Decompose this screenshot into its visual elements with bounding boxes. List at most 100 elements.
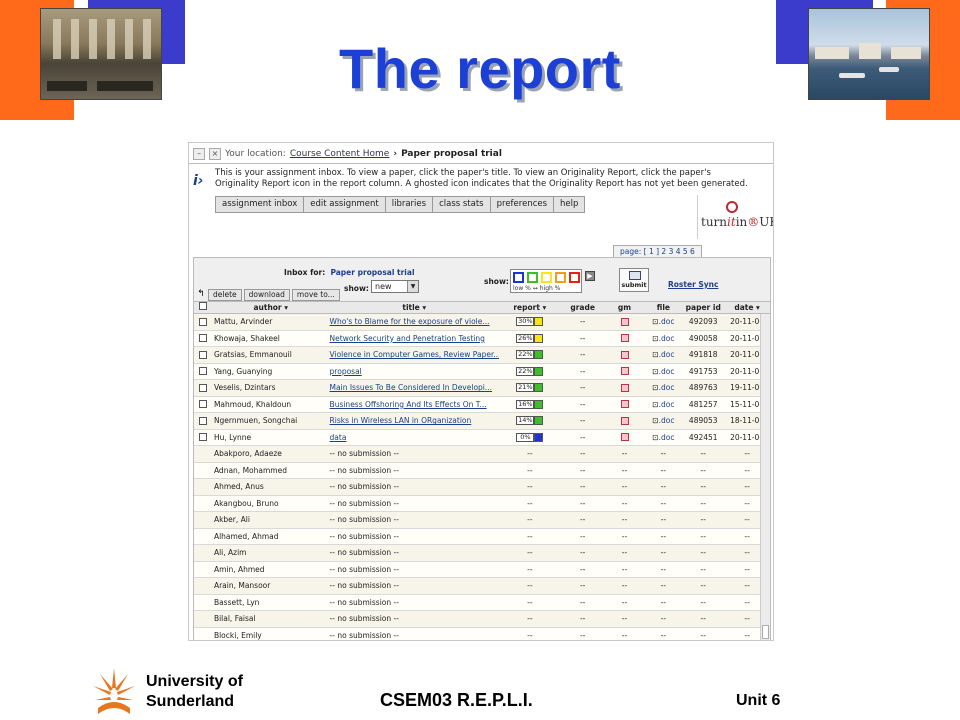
title-cell: Business Offshoring And Its Effects On T… bbox=[328, 400, 499, 409]
file-link[interactable]: .doc bbox=[659, 334, 675, 343]
row-checkbox[interactable] bbox=[194, 433, 212, 442]
gm-cell bbox=[605, 416, 645, 425]
paper-title-link[interactable]: Risks in Wireless LAN in ORganization bbox=[330, 416, 472, 425]
paper-title-link[interactable]: Business Offshoring And Its Effects On T… bbox=[330, 400, 487, 409]
grademark-icon[interactable] bbox=[620, 317, 629, 326]
originality-report-icon[interactable]: 16% bbox=[516, 399, 544, 409]
paper-title-link[interactable]: Network Security and Penetration Testing bbox=[330, 334, 485, 343]
originality-report-icon[interactable]: 22% bbox=[516, 350, 544, 360]
empty-value: -- bbox=[621, 515, 628, 525]
col-report[interactable]: report ▾ bbox=[499, 302, 561, 313]
report-cell: 30% bbox=[499, 317, 561, 327]
originality-report-icon[interactable]: 26% bbox=[516, 333, 544, 343]
table-row: Abakporo, Adaeze -- no submission -- -- -- -… bbox=[194, 446, 770, 463]
empty-value: -- bbox=[700, 597, 706, 607]
originality-report-icon[interactable]: 30% bbox=[516, 317, 544, 327]
row-checkbox[interactable] bbox=[194, 416, 212, 425]
roster-sync-link[interactable]: Roster Sync bbox=[668, 280, 718, 289]
file-link[interactable]: .doc bbox=[659, 367, 675, 376]
grademark-icon[interactable] bbox=[620, 334, 629, 343]
filter-green[interactable] bbox=[527, 272, 538, 283]
originality-report-icon[interactable]: 0% bbox=[516, 432, 544, 442]
tab-preferences[interactable]: preferences bbox=[490, 196, 555, 213]
tab-edit-assignment[interactable]: edit assignment bbox=[304, 196, 386, 213]
tab-class-stats[interactable]: class stats bbox=[433, 196, 491, 213]
filter-go-icon[interactable]: ▶ bbox=[585, 271, 595, 281]
filter-red[interactable] bbox=[569, 272, 580, 283]
row-checkbox[interactable] bbox=[194, 317, 212, 326]
report-cell: 21% bbox=[499, 383, 561, 393]
grademark-icon[interactable] bbox=[620, 416, 629, 425]
checkbox[interactable] bbox=[198, 383, 207, 392]
tab-libraries[interactable]: libraries bbox=[385, 196, 434, 213]
file-link[interactable]: .doc bbox=[659, 416, 675, 425]
show-filter-label: show: bbox=[484, 277, 509, 286]
tab-assignment-inbox[interactable]: assignment inbox bbox=[215, 196, 305, 213]
table-row: Blocki, Emily -- no submission -- -- -- -- --… bbox=[194, 627, 770, 640]
checkbox[interactable] bbox=[198, 367, 207, 376]
paper-title-link[interactable]: Violence in Computer Games, Review Paper… bbox=[330, 350, 499, 359]
paper-title-link[interactable]: proposal bbox=[330, 367, 362, 376]
col-author[interactable]: author ▾ bbox=[212, 302, 328, 313]
scrollbar-thumb[interactable] bbox=[762, 625, 769, 639]
originality-report-icon[interactable]: 21% bbox=[516, 383, 544, 393]
grademark-icon[interactable] bbox=[620, 367, 629, 376]
row-checkbox[interactable] bbox=[194, 367, 212, 376]
table-row: Yang, Guanying proposal 22% -- ⊡.doc 491753 20… bbox=[194, 363, 770, 380]
divider bbox=[189, 163, 773, 164]
checkbox[interactable] bbox=[198, 334, 207, 343]
col-date[interactable]: date ▾ bbox=[724, 302, 770, 313]
checkbox[interactable] bbox=[198, 317, 207, 326]
file-link[interactable]: .doc bbox=[659, 433, 675, 442]
back-arrow-icon[interactable]: ↰ bbox=[194, 289, 208, 301]
col-title[interactable]: title ▾ bbox=[328, 302, 499, 313]
filter-yellow[interactable] bbox=[541, 272, 552, 283]
grademark-icon[interactable] bbox=[620, 400, 629, 409]
submit-button[interactable]: submit bbox=[619, 268, 649, 292]
file-link[interactable]: .doc bbox=[659, 317, 675, 326]
grademark-icon[interactable] bbox=[620, 383, 629, 392]
tab-help[interactable]: help bbox=[554, 196, 586, 213]
pagination[interactable]: page: [ 1 ] 2 3 4 5 6 bbox=[613, 245, 702, 257]
originality-report-icon[interactable]: 22% bbox=[516, 366, 544, 376]
delete-button[interactable]: delete bbox=[208, 289, 242, 301]
row-checkbox[interactable] bbox=[194, 400, 212, 409]
checkbox[interactable] bbox=[198, 433, 207, 442]
originality-report-icon[interactable]: 14% bbox=[516, 416, 544, 426]
table-row: Ali, Azim -- no submission -- -- -- -- -- -- -- bbox=[194, 545, 770, 562]
download-button[interactable]: download bbox=[243, 289, 290, 301]
row-checkbox[interactable] bbox=[194, 350, 212, 359]
row-checkbox[interactable] bbox=[194, 334, 212, 343]
move-to-button[interactable]: move to... bbox=[291, 289, 340, 301]
file-link[interactable]: .doc bbox=[659, 383, 675, 392]
checkbox[interactable] bbox=[198, 416, 207, 425]
file-link[interactable]: .doc bbox=[659, 350, 675, 359]
file-link[interactable]: .doc bbox=[659, 400, 675, 409]
grademark-icon[interactable] bbox=[620, 350, 629, 359]
title-cell: Network Security and Penetration Testing bbox=[328, 334, 499, 343]
scrollbar[interactable] bbox=[760, 314, 770, 640]
author-name: Akangbou, Bruno bbox=[213, 498, 279, 508]
similarity-percent: 30% bbox=[516, 317, 535, 327]
location-link[interactable]: Course Content Home bbox=[290, 149, 390, 159]
row-checkbox[interactable] bbox=[194, 383, 212, 392]
select-all-checkbox[interactable] bbox=[194, 302, 212, 313]
close-icon[interactable]: × bbox=[209, 148, 221, 160]
title-cell: Violence in Computer Games, Review Paper… bbox=[328, 350, 499, 359]
empty-value: -- bbox=[660, 515, 667, 525]
show-select[interactable]: new ▼ bbox=[371, 280, 419, 293]
grademark-icon[interactable] bbox=[620, 433, 629, 442]
paper-title-link[interactable]: Main Issues To Be Considered In Developi… bbox=[330, 383, 492, 392]
filter-orange[interactable] bbox=[555, 272, 566, 283]
paper-title-link[interactable]: data bbox=[330, 433, 347, 442]
empty-value: -- bbox=[621, 597, 628, 607]
paper-title-link[interactable]: Who's to Blame for the exposure of viole… bbox=[330, 317, 490, 326]
collapse-icon[interactable]: – bbox=[193, 148, 205, 160]
checkbox[interactable] bbox=[198, 400, 207, 409]
filter-blue[interactable] bbox=[513, 272, 524, 283]
empty-value: -- bbox=[621, 564, 628, 574]
empty-value: -- bbox=[660, 482, 667, 492]
empty-value: -- bbox=[700, 548, 706, 558]
similarity-filter[interactable]: low % ↔ high % bbox=[510, 269, 582, 293]
checkbox[interactable] bbox=[198, 350, 207, 359]
